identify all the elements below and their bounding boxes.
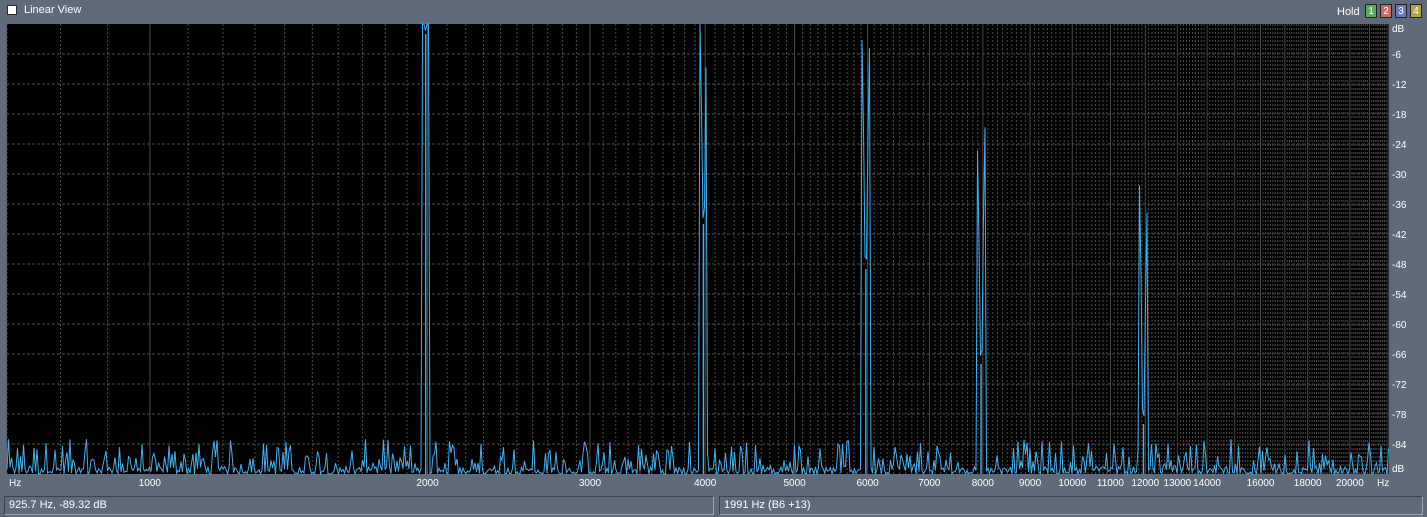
y-tick-label: -30 [1392, 170, 1407, 181]
y-tick-label: -60 [1392, 320, 1407, 331]
hold-label: Hold [1337, 6, 1360, 18]
x-tick-label: 18000 [1294, 478, 1322, 489]
x-tick-label: 4000 [694, 478, 717, 489]
cursor-readout: 925.7 Hz, -89.32 dB [4, 496, 714, 515]
x-tick-label: 3000 [579, 478, 602, 489]
x-unit-label-right: Hz [1377, 478, 1389, 489]
y-tick-label: -42 [1392, 230, 1407, 241]
x-unit-label-left: Hz [9, 478, 21, 489]
y-tick-label: -84 [1392, 440, 1407, 451]
title-bar: Linear View Hold 1 2 3 4 [0, 0, 1427, 22]
y-tick-label: -78 [1392, 410, 1407, 421]
x-tick-label: 9000 [1019, 478, 1042, 489]
x-tick-label: 16000 [1247, 478, 1275, 489]
x-tick-label: 8000 [972, 478, 995, 489]
y-tick-label: -24 [1392, 140, 1407, 151]
x-tick-label: 10000 [1058, 478, 1086, 489]
y-tick-label: -48 [1392, 260, 1407, 271]
y-unit-label-top: dB [1392, 24, 1405, 35]
x-tick-label: 5000 [783, 478, 806, 489]
peak-readout: 1991 Hz (B6 +13) [719, 496, 1423, 515]
x-tick-label: 1000 [139, 478, 162, 489]
x-tick-label: 6000 [856, 478, 879, 489]
y-tick-label: -54 [1392, 290, 1407, 301]
y-tick-label: -72 [1392, 380, 1407, 391]
y-tick-label: -66 [1392, 350, 1407, 361]
x-tick-label: 20000 [1336, 478, 1364, 489]
hold-button-2[interactable]: 2 [1380, 4, 1392, 18]
x-tick-label: 12000 [1131, 478, 1159, 489]
spectrum-chart[interactable]: 1000 2000 3000 4000 5000 6000 7000 8000 9000 1000… [0, 22, 1427, 492]
hold-button-3[interactable]: 3 [1395, 4, 1407, 18]
hold-button-1[interactable]: 1 [1365, 4, 1377, 18]
x-tick-label: 14000 [1193, 478, 1221, 489]
plot-area [7, 24, 1389, 474]
x-tick-label: 13000 [1163, 478, 1191, 489]
y-unit-label-bottom: dB [1392, 464, 1405, 475]
linear-view-checkbox[interactable] [7, 5, 17, 15]
y-tick-label: -36 [1392, 200, 1407, 211]
x-tick-label: 2000 [416, 478, 439, 489]
x-tick-label: 11000 [1097, 478, 1125, 489]
y-tick-label: -6 [1392, 50, 1401, 61]
y-tick-label: -12 [1392, 80, 1407, 91]
hold-button-4[interactable]: 4 [1410, 4, 1422, 18]
x-tick-label: 7000 [918, 478, 941, 489]
spectrum-svg[interactable]: 1000 2000 3000 4000 5000 6000 7000 8000 9000 1000… [0, 22, 1427, 492]
y-tick-label: -18 [1392, 110, 1407, 121]
linear-view-label: Linear View [24, 4, 82, 16]
